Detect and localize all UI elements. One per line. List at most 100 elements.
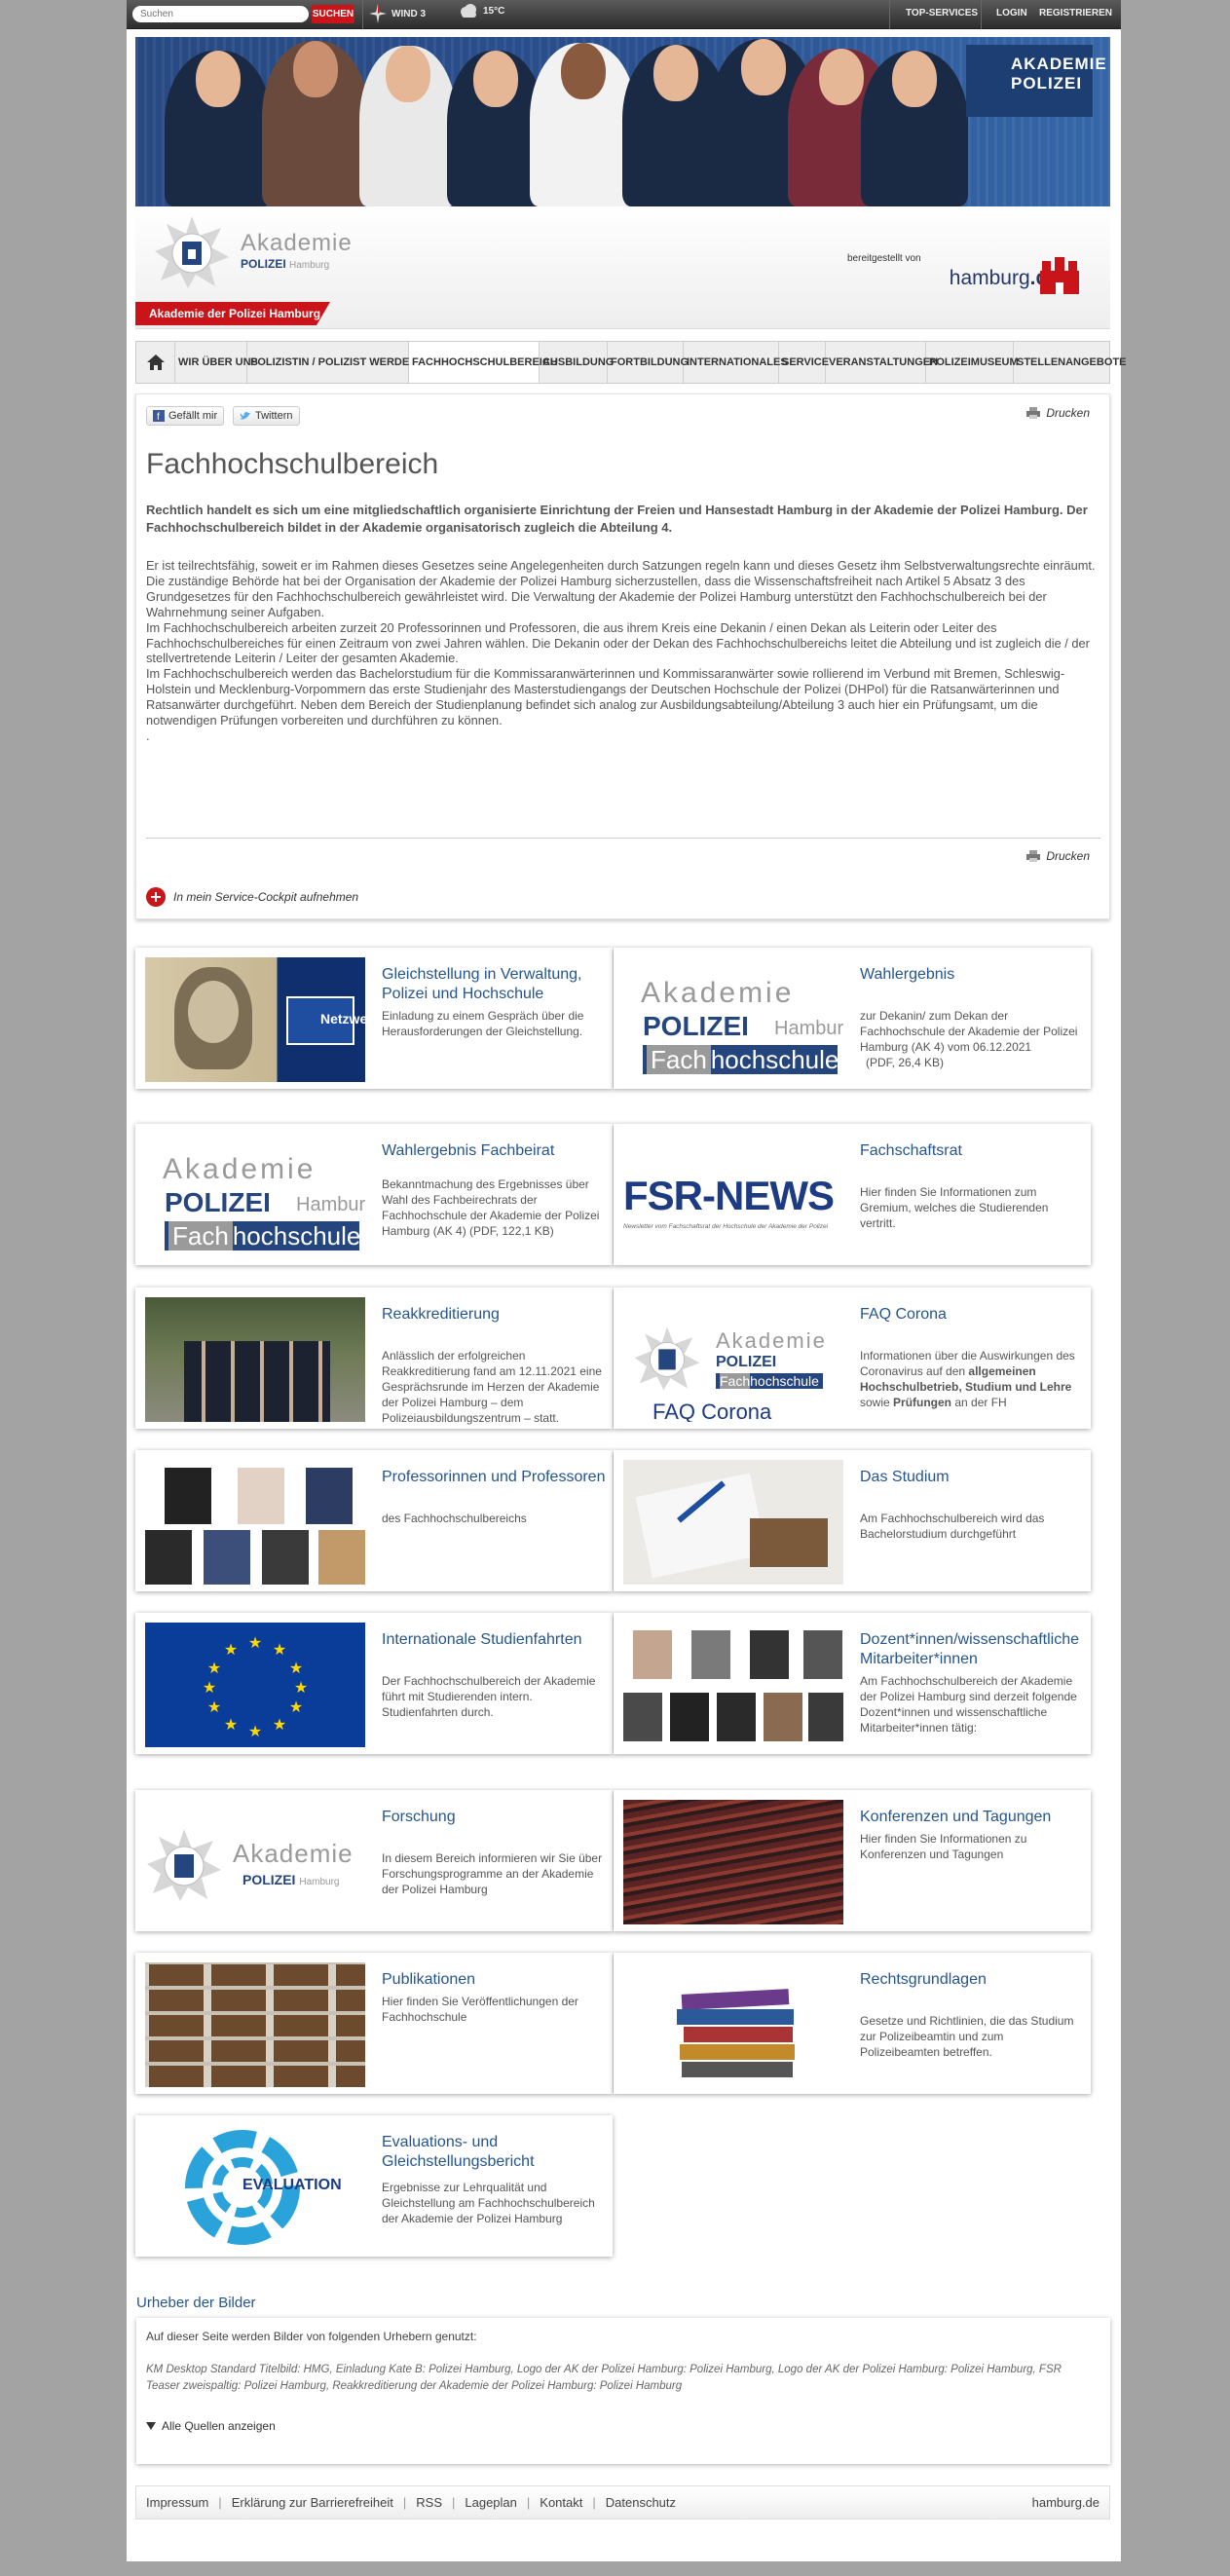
printer-icon [1026,850,1041,862]
logo-subtext: POLIZEI Hamburg [241,257,330,271]
footer-link[interactable]: Erklärung zur Barrierefreiheit [232,2495,393,2510]
teaser-card[interactable]: Akademie POLIZEI Hamburg Forschung In di… [135,1790,613,1931]
home-icon [146,355,165,370]
print-button-bottom[interactable]: Drucken [1026,849,1090,863]
hero-person [359,46,457,206]
service-cockpit-link[interactable]: In mein Service-Cockpit aufnehmen [146,887,358,907]
card-title[interactable]: Rechtsgrundlagen [860,1970,1084,1990]
svg-text:★: ★ [289,1698,303,1716]
triangle-down-icon [146,2422,156,2430]
search-input[interactable] [132,6,309,22]
teaser-card[interactable]: Das Studium Am Fachhochschulbereich wird… [614,1450,1091,1591]
teaser-card[interactable]: FSR-NEWS Newsletter vom Fachschaftsrat d… [614,1124,1091,1265]
card-image [623,1623,843,1747]
card-image [145,1460,365,1585]
nav-item[interactable]: VERANSTALTUNGEN [826,342,938,383]
home-nav-button[interactable] [136,342,175,383]
weather-widget[interactable]: 15°C [458,3,504,19]
card-text: In diesem Bereich informieren wir Sie üb… [382,1851,603,1896]
show-all-sources-toggle[interactable]: Alle Quellen anzeigen [146,2419,276,2433]
card-title[interactable]: Konferenzen und Tagungen [860,1808,1084,1827]
teaser-card[interactable]: ★ ★ ★ ★ ★ ★ ★ ★ ★ ★ ★ ★ Internationale Studienfahrt… [135,1613,613,1754]
svg-text:★: ★ [273,1640,286,1659]
footer-link[interactable]: Lageplan [465,2495,517,2510]
card-title[interactable]: Wahlergebnis [860,965,1084,985]
nav-item[interactable]: POLIZEIMUSEUM [926,342,1019,383]
hero-person [262,41,369,206]
card-image: Akademie POLIZEI Hamburg Fachhochschule [623,957,843,1082]
svg-text:★: ★ [289,1659,303,1677]
card-text: zur Dekanin/ zum Dekan der Fachhochschul… [860,1009,1078,1069]
footer-link[interactable]: Datenschutz [606,2495,676,2510]
nav-item[interactable]: POLIZISTIN / POLIZIST WERDEN [247,342,417,383]
main-navigation: WIR ÜBER UNS POLIZISTIN / POLIZIST WERDE… [135,341,1126,384]
teaser-card[interactable]: EVALUATION Evaluations- und Gleichstellu… [135,2115,613,2257]
card-title[interactable]: Wahlergebnis Fachbeirat [382,1141,606,1161]
teaser-card[interactable]: Publikationen Hier finden Sie Veröffentl… [135,1953,613,2094]
card-title[interactable]: Internationale Studienfahrten [382,1630,606,1650]
card-title[interactable]: Das Studium [860,1468,1084,1487]
nav-item[interactable]: INTERNATIONALES [684,342,788,383]
temperature-text: 15°C [483,5,505,17]
teaser-card[interactable]: Reakkreditierung Anlässlich der erfolgre… [135,1288,613,1429]
nav-item[interactable]: FACHHOCHSCHULBEREICH [409,342,558,383]
nav-item[interactable]: WIR ÜBER UNS [175,342,258,383]
footer-hamburg-link[interactable]: hamburg.de [1032,2495,1100,2510]
pdf-link[interactable]: (PDF, 122,1 KB) [469,1224,554,1238]
print-button[interactable]: Drucken [1026,406,1090,420]
card-title[interactable]: Fachschaftsrat [860,1141,1084,1161]
nav-item[interactable]: FORTBILDUNG [608,342,689,383]
top-services-link[interactable]: TOP-SERVICES [906,0,978,29]
teaser-card[interactable]: Akademie POLIZEI Hamburg Fachhochschule … [614,948,1091,1089]
search-button[interactable]: SUCHEN [312,5,354,23]
card-title[interactable]: Reakkreditierung [382,1305,606,1325]
card-title[interactable]: Publikationen [382,1970,606,1990]
card-title[interactable]: Professorinnen und Professoren [382,1468,606,1487]
card-text: Ergebnisse zur Lehrqualität und Gleichst… [382,2181,595,2225]
image-credits-box: Auf dieser Seite werden Bilder von folge… [136,2318,1110,2464]
card-text: Einladung zu einem Gespräch über die Her… [382,1009,584,1038]
printer-icon [1026,407,1041,419]
hero-person [165,51,272,206]
divider [362,0,363,29]
teaser-card[interactable]: Konferenzen und Tagungen Hier finden Sie… [614,1790,1091,1931]
login-link[interactable]: LOGIN [996,0,1027,29]
card-title[interactable]: Dozent*innen/wissenschaftliche Mitarbeit… [860,1630,1084,1669]
police-star-icon[interactable] [153,214,231,290]
divider [981,0,982,29]
nav-item[interactable]: AUSBILDUNG [540,342,614,383]
teaser-card[interactable]: Akademie POLIZEI Fachhochschule FAQ Coro… [614,1288,1091,1429]
teaser-card[interactable]: Rechtsgrundlagen Gesetze und Richtlinien… [614,1953,1091,2094]
card-image: Akademie POLIZEI Hamburg [145,1800,365,1924]
card-image: Akademie POLIZEI Fachhochschule FAQ Coro… [623,1297,843,1422]
article: f Gefällt mir Twittern Drucken Fachhochs… [135,393,1110,919]
footer-link[interactable]: RSS [416,2495,442,2510]
facebook-like-button[interactable]: f Gefällt mir [146,406,225,426]
section-tab[interactable]: Akademie der Polizei Hamburg [135,302,330,325]
teaser-card[interactable]: Professorinnen und Professoren des Fachh… [135,1450,613,1591]
divider [889,0,890,29]
twitter-icon [240,412,250,420]
twitter-button[interactable]: Twittern [233,406,300,426]
image-credits-list: KM Desktop Standard Titelbild: HMG, Einl… [146,2364,1062,2392]
card-text: Am Fachhochschulbereich wird das Bachelo… [860,1512,1045,1541]
register-link[interactable]: REGISTRIEREN [1039,0,1112,29]
teaser-card[interactable]: Dozent*innen/wissenschaftliche Mitarbeit… [614,1613,1091,1754]
card-image: Netzwerk [145,957,365,1082]
footer-link[interactable]: Kontakt [540,2495,582,2510]
nav-item[interactable]: SERVICE [779,342,829,383]
pdf-link[interactable]: (PDF, 26,4 KB) [860,1056,944,1069]
wind-widget[interactable]: WIND 3 [368,3,426,24]
card-title[interactable]: FAQ Corona [860,1305,1084,1325]
footer-link[interactable]: Impressum [146,2495,208,2510]
nav-item[interactable]: STELLENANGEBOTE [1014,342,1126,383]
hero-person [530,43,637,206]
lead-text: Rechtlich handelt es sich um eine mitgli… [146,503,1088,535]
card-title[interactable]: Gleichstellung in Verwaltung, Polizei un… [382,965,606,1004]
svg-text:★: ★ [248,1722,262,1740]
card-title[interactable]: Forschung [382,1808,606,1827]
teaser-card[interactable]: Netzwerk Gleichstellung in Verwaltung, P… [135,948,613,1089]
card-title[interactable]: Evaluations- und Gleichstellungsbericht [382,2133,606,2172]
teaser-card[interactable]: Akademie POLIZEI Hamburg Fachhochschule … [135,1124,613,1265]
card-text: Informationen über die Auswirkungen des … [860,1349,1075,1409]
